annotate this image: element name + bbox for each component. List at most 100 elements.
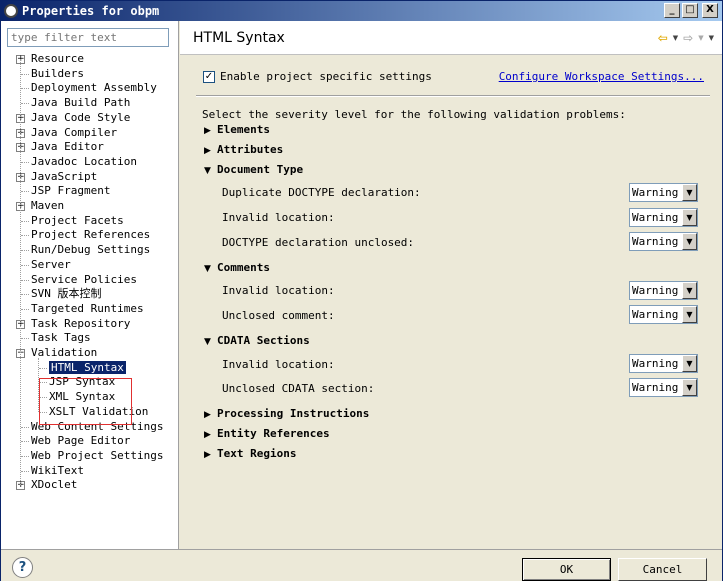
tree-connector	[21, 74, 29, 75]
tree-item[interactable]: Run/Debug Settings	[31, 243, 150, 257]
tree-item[interactable]: Project Facets	[31, 214, 124, 228]
comment-invalid-location-label: Invalid location:	[222, 284, 335, 297]
section-entity-references[interactable]: ▶ Entity References	[204, 427, 330, 440]
tree-item-label: Project Facets	[31, 214, 124, 227]
comment-invalid-location-select[interactable]: Warning ▼	[629, 281, 698, 300]
section-label: Elements	[217, 123, 270, 136]
select-value: Warning	[632, 357, 679, 370]
separator	[196, 95, 710, 97]
section-cdata[interactable]: ▼ CDATA Sections	[204, 334, 310, 347]
tree-item[interactable]: XDoclet	[31, 478, 77, 492]
enable-checkbox[interactable]: ✓	[203, 70, 215, 83]
tree-item[interactable]: Builders	[31, 67, 84, 81]
enable-row: ✓ Enable project specific settings	[203, 70, 432, 83]
tree-item-label: Web Page Editor	[31, 434, 131, 447]
title-bar[interactable]: Properties for obpm _ □ X	[1, 1, 722, 21]
tree-item-label: Task Tags	[31, 331, 91, 344]
section-document-type[interactable]: ▼ Document Type	[204, 163, 303, 176]
minimize-button[interactable]: _	[664, 3, 680, 18]
cdata-invalid-location-select[interactable]: Warning ▼	[629, 354, 698, 373]
tree-connector	[21, 441, 29, 442]
tree-item[interactable]: Java Build Path	[31, 96, 130, 110]
section-comments[interactable]: ▼ Comments	[204, 261, 270, 274]
collapsed-icon: ▶	[204, 126, 211, 136]
tree-item-label: Java Compiler	[31, 126, 118, 139]
tree-item-label: JavaScript	[31, 170, 98, 183]
tree-connector	[21, 88, 29, 89]
tree-item[interactable]: SVN 版本控制	[31, 287, 102, 301]
section-label: Entity References	[217, 427, 330, 440]
tree-item[interactable]: Validation	[31, 346, 97, 360]
tree-item-label: WikiText	[31, 464, 84, 477]
cdata-unclosed-label: Unclosed CDATA section:	[222, 382, 375, 395]
page-header: HTML Syntax ⇦ ▼ ⇨ ▼ ▼	[180, 21, 722, 55]
select-value: Warning	[632, 186, 679, 199]
tree-connector	[21, 427, 29, 428]
tree-item-label: XDoclet	[31, 478, 78, 491]
doctype-unclosed-select[interactable]: Warning ▼	[629, 232, 698, 251]
tree-item[interactable]: WikiText	[31, 464, 84, 478]
tree-item[interactable]: Deployment Assembly	[31, 81, 157, 95]
dropdown-arrow-icon[interactable]: ▼	[682, 209, 697, 226]
view-menu-icon[interactable]: ▼	[709, 34, 714, 42]
tree-item[interactable]: Targeted Runtimes	[31, 302, 144, 316]
tree-connector	[21, 250, 29, 251]
section-label: Comments	[217, 261, 270, 274]
tree-item[interactable]: Java Code Style	[31, 111, 130, 125]
dropdown-arrow-icon[interactable]: ▼	[682, 233, 697, 250]
tree-item[interactable]: JavaScript	[31, 170, 97, 184]
tree-item-label: Task Repository	[31, 317, 131, 330]
doctype-invalid-location-select[interactable]: Warning ▼	[629, 208, 698, 227]
dropdown-arrow-icon[interactable]: ▼	[682, 355, 697, 372]
dropdown-arrow-icon[interactable]: ▼	[682, 184, 697, 201]
select-value: Warning	[632, 284, 679, 297]
tree-item[interactable]: Task Repository	[31, 317, 130, 331]
comment-unclosed-select[interactable]: Warning ▼	[629, 305, 698, 324]
maximize-button[interactable]: □	[682, 3, 698, 18]
tree-item[interactable]: Web Page Editor	[31, 434, 130, 448]
dropdown-arrow-icon[interactable]: ▼	[682, 306, 697, 323]
tree-item[interactable]: Maven	[31, 199, 64, 213]
dropdown-arrow-icon[interactable]: ▼	[682, 282, 697, 299]
tree-connector	[21, 338, 29, 339]
tree-item[interactable]: Javadoc Location	[31, 155, 137, 169]
dup-doctype-select[interactable]: Warning ▼	[629, 183, 698, 202]
tree-item[interactable]: Java Compiler	[31, 126, 117, 140]
forward-dropdown-icon[interactable]: ▼	[698, 34, 703, 42]
tree-item[interactable]: Server	[31, 258, 71, 272]
close-button[interactable]: X	[702, 3, 718, 18]
collapsed-icon: ▶	[204, 146, 211, 156]
highlight-box	[39, 378, 132, 425]
tree-item[interactable]: HTML Syntax	[49, 361, 126, 375]
forward-arrow-icon[interactable]: ⇨	[683, 31, 693, 45]
tree-item[interactable]: Task Tags	[31, 331, 91, 345]
tree-item[interactable]: Web Project Settings	[31, 449, 163, 463]
section-label: Processing Instructions	[217, 407, 370, 420]
select-value: Warning	[632, 211, 679, 224]
filter-input[interactable]	[7, 28, 169, 47]
tree-item[interactable]: Resource	[31, 52, 84, 66]
tree-item-label: SVN 版本控制	[31, 287, 102, 300]
ok-button[interactable]: OK	[522, 558, 611, 581]
cancel-button[interactable]: Cancel	[618, 558, 707, 581]
help-icon[interactable]: ?	[12, 557, 33, 578]
cdata-unclosed-select[interactable]: Warning ▼	[629, 378, 698, 397]
tree-item-label: Resource	[31, 52, 84, 65]
tree-item[interactable]: Project References	[31, 228, 150, 242]
dropdown-arrow-icon[interactable]: ▼	[682, 379, 697, 396]
back-arrow-icon[interactable]: ⇦	[658, 31, 668, 45]
section-processing-instructions[interactable]: ▶ Processing Instructions	[204, 407, 369, 420]
tree-connector	[21, 456, 29, 457]
tree-item[interactable]: Service Policies	[31, 273, 137, 287]
configure-workspace-link[interactable]: Configure Workspace Settings...	[499, 70, 704, 83]
properties-dialog: Properties for obpm _ □ X Resource+Build…	[0, 0, 723, 581]
section-text-regions[interactable]: ▶ Text Regions	[204, 447, 296, 460]
tree-item[interactable]: Java Editor	[31, 140, 104, 154]
section-attributes[interactable]: ▶ Attributes	[204, 143, 283, 156]
tree-item[interactable]: JSP Fragment	[31, 184, 110, 198]
section-elements[interactable]: ▶ Elements	[204, 123, 270, 136]
back-dropdown-icon[interactable]: ▼	[673, 34, 678, 42]
tree-item-label: HTML Syntax	[49, 361, 126, 374]
select-value: Warning	[632, 235, 679, 248]
tree-item-label: Maven	[31, 199, 65, 212]
